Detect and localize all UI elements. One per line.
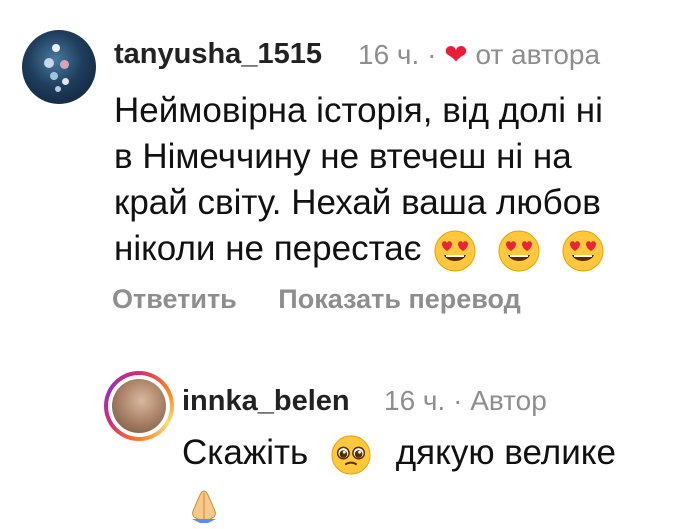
folded-hands-emoji-icon [192, 490, 216, 523]
heart-icon: ❤ [444, 39, 468, 70]
timestamp: 16 ч. [358, 39, 420, 70]
comment-meta: 16 ч. · ❤ от автора [358, 38, 600, 71]
comment-line: край світу. Нехай ваша любов [114, 183, 601, 222]
comment-line [182, 482, 616, 529]
comment-line-text: ніколи не перестає [114, 229, 422, 268]
avatar[interactable] [22, 30, 96, 104]
separator: · [427, 39, 437, 70]
heart-eyes-emoji-icon [498, 230, 540, 272]
separator: · [453, 385, 463, 416]
liked-by-author-label: от автора [475, 39, 601, 70]
heart-eyes-emoji-icon [562, 230, 604, 272]
avatar [112, 379, 166, 433]
comment-line: ніколи не перестає [114, 226, 605, 273]
heart-eyes-emoji-icon [434, 230, 476, 272]
comment-text-part: Скажіть [182, 433, 309, 472]
comment-line: в Німеччину не втечеш ні на [114, 137, 572, 176]
comment-line: Неймовірна історія, від долі ні [114, 91, 603, 130]
comment-text-part: дякую велике [395, 433, 616, 472]
timestamp: 16 ч. [384, 385, 446, 416]
reply-button[interactable]: Ответить [112, 284, 237, 314]
comment-text: Скажіть дякую велике [182, 430, 616, 529]
username[interactable]: innka_belen [182, 385, 350, 418]
translate-button[interactable]: Показать перевод [278, 284, 521, 314]
comment-text: Неймовірна історія, від долі ні в Німечч… [114, 88, 605, 273]
comment-actions: Ответить Показать перевод [112, 284, 555, 315]
story-ring[interactable] [104, 371, 174, 441]
pleading-face-emoji-icon [331, 435, 371, 475]
username[interactable]: tanyusha_1515 [114, 38, 322, 71]
comment-meta: 16 ч. · Автор [384, 385, 547, 417]
author-badge: Автор [470, 385, 547, 416]
